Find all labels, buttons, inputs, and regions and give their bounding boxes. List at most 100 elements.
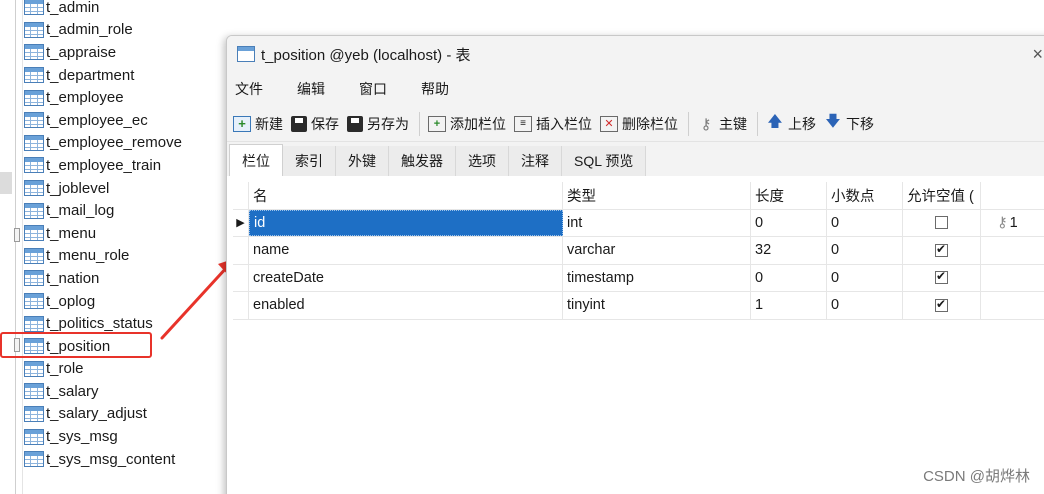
field-nullable-cell[interactable] — [903, 264, 981, 291]
field-nullable-cell[interactable] — [903, 292, 981, 319]
nullable-checkbox[interactable] — [935, 242, 948, 257]
field-name-cell[interactable]: name — [249, 237, 563, 264]
column-header-nullable[interactable]: 允许空值 ( — [903, 182, 981, 209]
new-button[interactable]: + 新建 — [233, 114, 283, 134]
window-titlebar[interactable]: t_position @yeb (localhost) - 表 × — [227, 36, 1044, 72]
save-as-button[interactable]: 另存为 — [347, 114, 409, 134]
toolbar-separator — [688, 111, 689, 136]
column-header-decimals[interactable]: 小数点 — [827, 182, 903, 209]
table-icon — [24, 225, 44, 242]
tree-item-label: t_sys_msg — [46, 428, 118, 446]
save-button[interactable]: 保存 — [291, 114, 339, 134]
tree-item-label: t_appraise — [46, 43, 117, 61]
field-type-cell[interactable]: tinyint — [563, 292, 751, 319]
table-icon — [24, 247, 44, 264]
menu-file[interactable]: 文件 — [235, 79, 263, 99]
menu-bar: 文件 编辑 窗口 帮助 — [227, 72, 1044, 106]
tab-sql-preview[interactable]: SQL 预览 — [562, 146, 647, 176]
tree-item-t-mail-log[interactable]: t_mail_log — [24, 199, 182, 222]
move-up-label: 上移 — [788, 115, 816, 132]
column-header-length[interactable]: 长度 — [751, 182, 827, 209]
tree-item-t-employee-remove[interactable]: t_employee_remove — [24, 132, 182, 155]
field-key-cell[interactable] — [981, 292, 1044, 319]
nullable-checkbox[interactable] — [935, 216, 948, 230]
column-header-type[interactable]: 类型 — [563, 182, 751, 209]
field-key-cell[interactable]: ⚷ 1 — [981, 210, 1044, 237]
tree-item-t-employee-train[interactable]: t_employee_train — [24, 154, 182, 177]
field-length-cell[interactable]: 32 — [751, 237, 827, 264]
tree-item-t-joblevel[interactable]: t_joblevel — [24, 177, 182, 200]
column-header-key[interactable] — [981, 182, 1044, 209]
menu-help[interactable]: 帮助 — [421, 79, 449, 99]
tree-item-label: t_employee_remove — [46, 134, 182, 152]
move-down-button[interactable]: 🡇 下移 — [824, 113, 874, 134]
tab-foreign-keys[interactable]: 外键 — [336, 146, 389, 176]
tree-item-t-menu[interactable]: t_menu — [24, 222, 182, 245]
toolbar-separator — [757, 111, 758, 136]
table-row[interactable]: enabled tinyint 1 0 — [233, 292, 1044, 320]
tab-options[interactable]: 选项 — [456, 146, 509, 176]
tree-item-t-sys-msg[interactable]: t_sys_msg — [24, 425, 182, 448]
tab-triggers[interactable]: 触发器 — [389, 146, 456, 176]
field-type-cell[interactable]: int — [563, 209, 751, 236]
field-nullable-cell[interactable] — [903, 209, 981, 236]
tree-item-t-employee-ec[interactable]: t_employee_ec — [24, 109, 182, 132]
field-length-cell[interactable]: 0 — [751, 209, 827, 236]
insert-field-button[interactable]: ≡ 插入栏位 — [514, 114, 592, 134]
nullable-checkbox[interactable] — [935, 297, 948, 312]
insert-field-icon: ≡ — [514, 115, 532, 132]
tree-item-t-admin-role[interactable]: t_admin_role — [24, 19, 182, 42]
tab-indexes[interactable]: 索引 — [283, 146, 336, 176]
delete-field-button[interactable]: ✕ 删除栏位 — [600, 114, 678, 134]
table-tree: t_admin t_admin_role t_appraise t_departmen… — [24, 0, 182, 470]
field-decimals-cell[interactable]: 0 — [827, 237, 903, 264]
new-label: 新建 — [255, 115, 283, 132]
tree-item-label: t_employee — [46, 89, 124, 107]
primary-key-icon: ⚷ — [997, 214, 1008, 231]
column-header-name[interactable]: 名 — [249, 182, 563, 209]
tree-item-t-appraise[interactable]: t_appraise — [24, 41, 182, 64]
menu-window[interactable]: 窗口 — [359, 79, 387, 99]
tree-item-t-salary-adjust[interactable]: t_salary_adjust — [24, 403, 182, 426]
tree-item-label: t_joblevel — [46, 179, 110, 197]
tab-strip: 栏位 索引 外键 触发器 选项 注释 SQL 预览 — [227, 142, 1044, 176]
tab-fields[interactable]: 栏位 — [229, 144, 283, 176]
primary-key-button[interactable]: ⚷ 主键 — [697, 114, 748, 134]
table-icon — [237, 46, 255, 62]
table-row[interactable]: name varchar 32 0 — [233, 237, 1044, 265]
splitter-handle[interactable] — [14, 228, 20, 242]
field-decimals-cell[interactable]: 0 — [827, 292, 903, 319]
field-decimals-cell[interactable]: 0 — [827, 209, 903, 236]
save-label: 保存 — [311, 115, 339, 132]
field-type-cell[interactable]: varchar — [563, 237, 751, 264]
tree-item-t-employee[interactable]: t_employee — [24, 86, 182, 109]
tree-item-label: t_role — [46, 360, 84, 378]
table-row[interactable]: createDate timestamp 0 0 — [233, 264, 1044, 292]
field-type-cell[interactable]: timestamp — [563, 264, 751, 291]
field-length-cell[interactable]: 1 — [751, 292, 827, 319]
tab-comment[interactable]: 注释 — [509, 146, 562, 176]
menu-edit[interactable]: 编辑 — [297, 79, 325, 99]
field-key-cell[interactable] — [981, 265, 1044, 292]
field-name-cell[interactable]: enabled — [249, 292, 563, 319]
field-nullable-cell[interactable] — [903, 237, 981, 264]
table-row[interactable]: ▶ id int 0 0 ⚷ 1 — [233, 209, 1044, 237]
tree-item-t-sys-msg-content[interactable]: t_sys_msg_content — [24, 448, 182, 471]
tree-item-t-role[interactable]: t_role — [24, 358, 182, 381]
close-icon[interactable]: × — [1032, 44, 1043, 65]
field-name-cell[interactable]: createDate — [249, 264, 563, 291]
tree-guide-line — [15, 0, 16, 494]
field-decimals-cell[interactable]: 0 — [827, 264, 903, 291]
new-table-icon: + — [233, 115, 251, 132]
add-field-button[interactable]: + 添加栏位 — [428, 114, 506, 134]
nullable-checkbox[interactable] — [935, 269, 948, 285]
tree-gutter — [0, 0, 12, 494]
field-length-cell[interactable]: 0 — [751, 264, 827, 291]
primary-key-order: 1 — [1009, 214, 1018, 231]
tree-item-t-admin[interactable]: t_admin — [24, 0, 182, 19]
tree-item-t-salary[interactable]: t_salary — [24, 380, 182, 403]
tree-item-t-department[interactable]: t_department — [24, 64, 182, 87]
field-key-cell[interactable] — [981, 237, 1044, 264]
field-name-cell[interactable]: id — [249, 209, 563, 236]
move-up-button[interactable]: 🡅 上移 — [766, 113, 816, 134]
